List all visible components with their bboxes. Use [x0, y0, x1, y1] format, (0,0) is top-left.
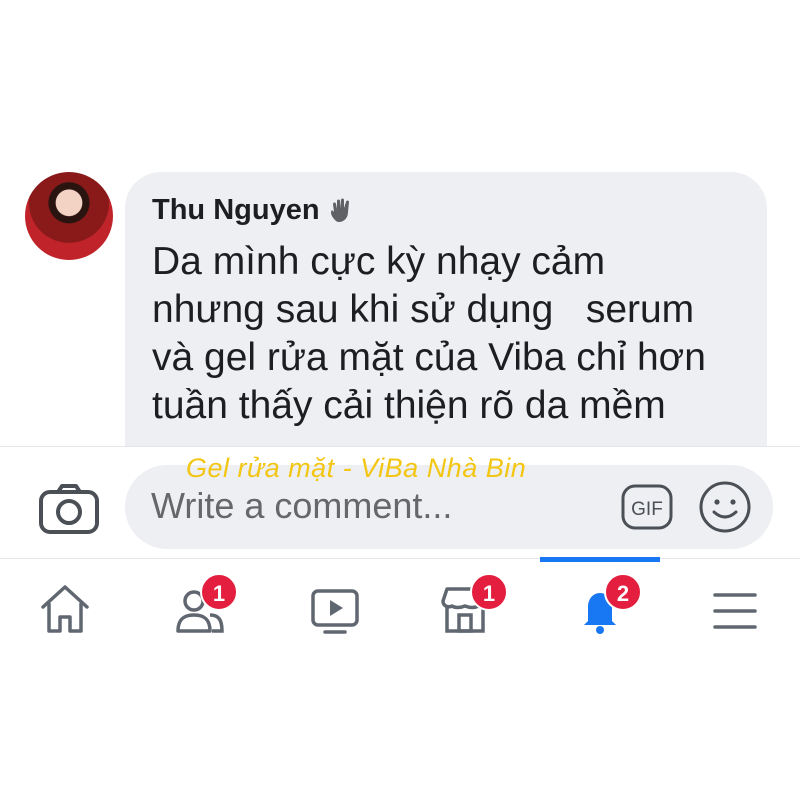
friends-badge: 1 [200, 573, 238, 611]
menu-icon [713, 593, 757, 629]
comment-text: Da mình cực kỳ nhạy cảm nhưng sau khi sử… [152, 240, 706, 427]
comment-author-row: Thu Nguyen [152, 194, 356, 227]
wave-hand-icon [330, 198, 349, 222]
gif-label: GIF [631, 499, 663, 520]
comment-bubble: Thu Nguyen Da mình cực kỳ nhạy cảm nhưng… [125, 172, 767, 492]
watermark: Gel rửa mặt - ViBa Nhà Bin [186, 453, 527, 483]
marketplace-badge: 1 [470, 573, 508, 611]
watch-icon [311, 589, 359, 634]
nav-home[interactable] [25, 573, 105, 643]
comment-input-placeholder: Write a comment... [151, 485, 453, 526]
notifications-badge: 2 [604, 573, 642, 611]
camera-icon[interactable] [38, 483, 100, 535]
facebook-comment-screen: Thu Nguyen Da mình cực kỳ nhạy cảm nhưng… [0, 0, 800, 800]
bottom-nav-bar: 1 1 2 [0, 557, 800, 659]
avatar[interactable] [25, 172, 113, 260]
nav-marketplace[interactable]: 1 [425, 573, 508, 643]
nav-notifications[interactable]: 2 [560, 573, 642, 643]
nav-friends[interactable]: 1 [160, 573, 240, 643]
home-icon [41, 585, 89, 633]
gif-icon[interactable]: GIF [621, 484, 673, 530]
emoji-icon[interactable] [698, 480, 752, 534]
nav-menu[interactable] [695, 573, 775, 643]
comment-author-name[interactable]: Thu Nguyen [152, 194, 320, 227]
active-tab-indicator [540, 557, 660, 562]
nav-watch[interactable] [295, 573, 375, 643]
